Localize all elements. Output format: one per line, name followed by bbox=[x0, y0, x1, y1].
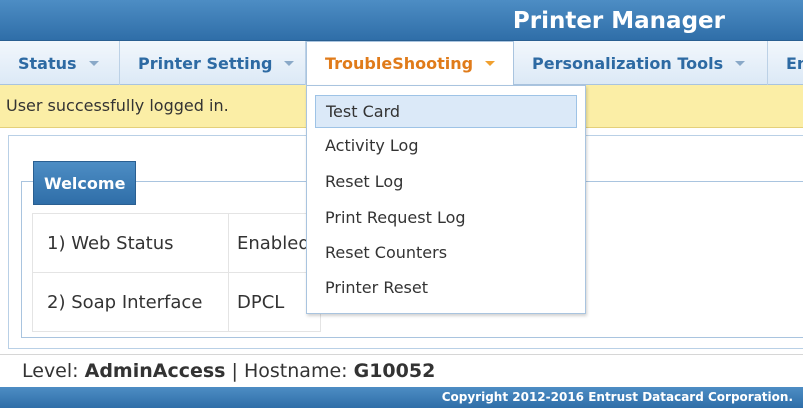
dropdown-item-printer-reset[interactable]: Printer Reset bbox=[315, 272, 577, 305]
menu-en[interactable]: En bbox=[768, 41, 803, 85]
hostname-label: Hostname: bbox=[244, 360, 348, 382]
app-title: Printer Manager bbox=[512, 8, 725, 34]
copyright-bar: Copyright 2012-2016 Entrust Datacard Cor… bbox=[0, 387, 803, 408]
menu-troubleshooting-label: TroubleShooting bbox=[325, 54, 474, 73]
main-menu-bar: Status Printer Setting TroubleShooting P… bbox=[0, 41, 803, 85]
menu-personalization-tools[interactable]: Personalization Tools bbox=[514, 41, 768, 85]
level-label: Level: bbox=[22, 360, 79, 382]
welcome-table: 1) Web Status Enabled 2) Soap Interface … bbox=[32, 213, 321, 332]
footer-separator: | bbox=[231, 360, 238, 382]
chevron-down-icon bbox=[88, 60, 99, 66]
level-value: AdminAccess bbox=[84, 360, 226, 382]
chevron-down-icon bbox=[735, 60, 746, 66]
dropdown-item-print-request-log[interactable]: Print Request Log bbox=[315, 202, 577, 235]
soap-interface-key: 2) Soap Interface bbox=[32, 272, 229, 332]
welcome-legend: Welcome bbox=[33, 161, 137, 205]
dropdown-item-reset-log[interactable]: Reset Log bbox=[315, 166, 577, 199]
table-row: 1) Web Status Enabled bbox=[32, 213, 321, 273]
menu-printer-setting-label: Printer Setting bbox=[138, 53, 273, 73]
chevron-down-icon bbox=[284, 60, 295, 66]
menu-personalization-tools-label: Personalization Tools bbox=[532, 53, 724, 73]
menu-status-label: Status bbox=[18, 53, 77, 73]
status-footer: Level: AdminAccess | Hostname: G10052 bbox=[0, 354, 803, 386]
hostname-value: G10052 bbox=[353, 360, 436, 382]
dropdown-item-reset-counters[interactable]: Reset Counters bbox=[315, 237, 577, 270]
dropdown-item-test-card[interactable]: Test Card bbox=[315, 95, 577, 128]
menu-en-label: En bbox=[786, 53, 803, 73]
menu-printer-setting[interactable]: Printer Setting bbox=[120, 41, 306, 85]
menu-status[interactable]: Status bbox=[0, 41, 120, 85]
title-bar: Printer Manager bbox=[0, 0, 803, 41]
dropdown-item-activity-log[interactable]: Activity Log bbox=[315, 130, 577, 163]
menu-troubleshooting[interactable]: TroubleShooting bbox=[306, 41, 514, 85]
chevron-down-icon bbox=[485, 61, 496, 66]
table-row: 2) Soap Interface DPCL bbox=[32, 272, 321, 332]
web-status-key: 1) Web Status bbox=[32, 213, 229, 273]
troubleshooting-dropdown: Test Card Activity Log Reset Log Print R… bbox=[306, 85, 586, 314]
